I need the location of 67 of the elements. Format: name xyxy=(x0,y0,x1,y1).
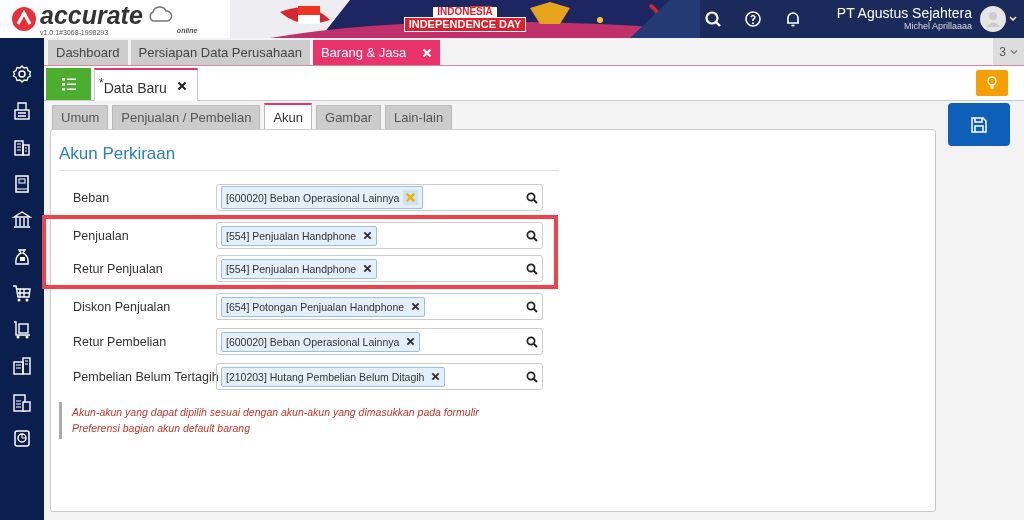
module-tab[interactable]: Dashboard xyxy=(48,40,128,65)
search-icon[interactable] xyxy=(526,370,538,383)
tax-document-icon[interactable] xyxy=(12,392,32,413)
remove-icon[interactable] xyxy=(406,337,416,346)
user-name: Michel Aprillaaaa xyxy=(903,21,972,32)
fax-machine-icon[interactable] xyxy=(12,100,32,121)
save-button[interactable] xyxy=(948,103,1010,146)
close-icon[interactable] xyxy=(176,80,187,91)
report-chart-icon[interactable] xyxy=(12,429,32,449)
remove-icon[interactable] xyxy=(411,302,421,311)
book-icon[interactable] xyxy=(12,173,32,194)
account-tag: [554] Penjualan Handphone xyxy=(221,258,378,279)
field-label: Diskon Penjualan xyxy=(72,299,172,314)
account-tag: [554] Penjualan Handphone xyxy=(221,225,378,246)
field-label: Beban xyxy=(72,190,111,205)
list-icon xyxy=(59,75,78,93)
account-tag: [600020] Beban Operasional Lainnya xyxy=(221,331,421,352)
module-tab[interactable]: Barang & Jasa xyxy=(312,40,441,65)
field-label: Pembelian Belum Tertagih xyxy=(72,369,216,384)
search-icon[interactable] xyxy=(526,262,538,275)
cloud-icon xyxy=(146,6,173,22)
caret-icon[interactable] xyxy=(1008,14,1018,24)
money-bag-icon[interactable] xyxy=(12,246,32,267)
search-icon[interactable] xyxy=(704,10,722,28)
account-field[interactable]: [600020] Beban Operasional Lainnya xyxy=(216,184,543,211)
field-label: Retur Penjualan xyxy=(72,261,164,276)
form-tab[interactable]: Akun xyxy=(264,103,312,129)
list-button[interactable] xyxy=(46,68,91,100)
shopping-cart-icon[interactable] xyxy=(12,283,32,303)
remove-icon[interactable] xyxy=(363,264,373,273)
section-title: Akun Perkiraan xyxy=(59,144,559,171)
hint-note: Akun-akun yang dapat dipilih sesuai dengan akun-akun yang dimasukkan pada formulir Preferensi bagian akun default barang xyxy=(59,402,539,439)
field-label: Penjualan xyxy=(72,228,130,243)
account-field[interactable]: [600020] Beban Operasional Lainnya xyxy=(216,328,543,355)
gear-icon[interactable] xyxy=(12,64,32,84)
tab-count-dropdown[interactable]: 3 xyxy=(993,38,1024,65)
form-tab[interactable]: Gambar xyxy=(316,105,381,129)
account-tag: [654] Potongan Penjualan Handphone xyxy=(221,296,426,317)
search-icon[interactable] xyxy=(526,335,538,348)
account-tag: [210203] Hutang Pembelian Belum Ditagih xyxy=(221,366,446,387)
help-icon[interactable] xyxy=(744,10,762,28)
search-icon[interactable] xyxy=(526,229,538,242)
form-tab[interactable]: Lain-lain xyxy=(385,105,453,129)
account-field[interactable]: [554] Penjualan Handphone xyxy=(216,255,543,282)
remove-icon[interactable] xyxy=(363,231,373,240)
document-tab[interactable]: $^{*}$Data Baru xyxy=(94,68,198,101)
logo-text: accurate xyxy=(40,2,143,28)
field-label: Retur Pembelian xyxy=(72,334,168,349)
search-icon[interactable] xyxy=(526,191,538,204)
hand-truck-icon[interactable] xyxy=(12,319,32,340)
form-tab[interactable]: Umum xyxy=(52,105,109,129)
account-field[interactable]: [554] Penjualan Handphone xyxy=(216,222,543,249)
banner-title: INDONESIA xyxy=(433,6,497,17)
account-field[interactable]: [654] Potongan Penjualan Handphone xyxy=(216,293,543,320)
form-tab[interactable]: Penjualan / Pembelian xyxy=(112,105,261,129)
company-name: PT Agustus Sejahtera xyxy=(836,6,972,22)
warehouse-icon[interactable] xyxy=(12,356,32,376)
remove-icon[interactable] xyxy=(431,372,441,381)
bank-icon[interactable] xyxy=(12,210,32,230)
avatar-icon[interactable] xyxy=(980,6,1006,32)
module-tab[interactable]: Persiapan Data Perusahaan xyxy=(130,40,310,65)
bell-icon[interactable] xyxy=(784,10,802,28)
account-tag: [600020] Beban Operasional Lainnya xyxy=(221,186,424,209)
building-icon[interactable] xyxy=(12,137,32,157)
search-icon[interactable] xyxy=(526,300,538,313)
logo-icon xyxy=(12,7,36,31)
account-field[interactable]: [210203] Hutang Pembelian Belum Ditagih xyxy=(216,363,543,390)
